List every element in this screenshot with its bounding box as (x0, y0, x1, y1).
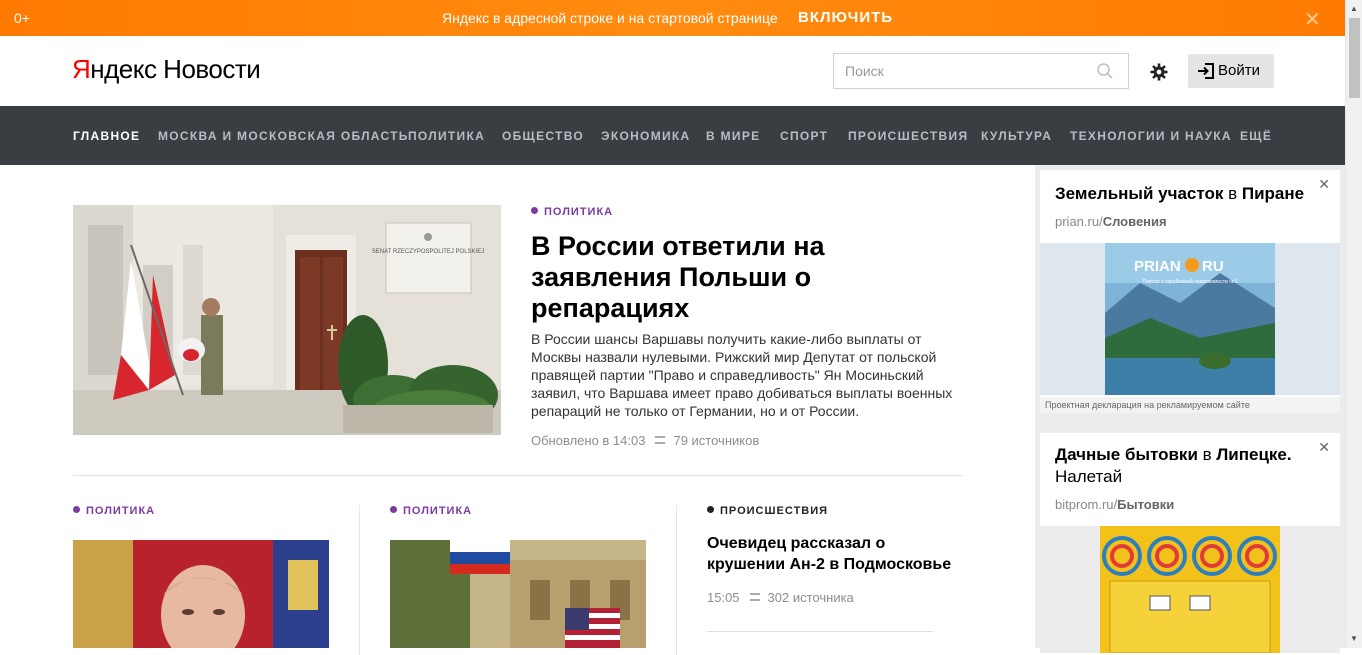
login-button[interactable]: Войти (1188, 54, 1274, 88)
ad-2-title-c: Липецке. (1216, 445, 1292, 464)
header: Яндекс Новости Войти (0, 36, 1345, 106)
ad-1-disclaimer: Проектная декларация на рекламируемом са… (1040, 397, 1340, 413)
logo-service: Новости (163, 54, 261, 84)
card-3-title[interactable]: Очевидец рассказал о крушении Ан-2 в Под… (707, 533, 967, 575)
rubric-dot-icon (73, 506, 80, 513)
promo-enable-button[interactable]: ВКЛЮЧИТЬ (798, 9, 893, 26)
nav-item-tech[interactable]: ТЕХНОЛОГИИ И НАУКА (1070, 129, 1232, 143)
nav-item-society[interactable]: ОБЩЕСТВО (502, 129, 584, 143)
rubric-nav: ГЛАВНОЕ МОСКВА И МОСКОВСКАЯ ОБЛАСТЬ ПОЛИ… (0, 106, 1345, 165)
lead-story-image[interactable]: SENAT RZECZYPOSPOLITEJ POLSKIEJ (73, 205, 501, 435)
ad-2-domain[interactable]: bitprom.ru/Бытовки (1055, 497, 1174, 512)
promo-message: Яндекс в адресной строке и на стартовой … (442, 10, 778, 26)
ad-block-1[interactable]: Земельный участок в Пиране ✕ prian.ru/Сл… (1040, 170, 1340, 413)
ad-2-banner[interactable] (1040, 526, 1340, 653)
logo-brand-rest: ндекс (90, 54, 157, 84)
rubric-dot-icon (531, 207, 538, 214)
ad-sidebar: Земельный участок в Пиране ✕ prian.ru/Сл… (1035, 165, 1345, 653)
lead-story-title[interactable]: В России ответили на заявления Польши о … (531, 231, 951, 324)
ad-2-domain-path: Бытовки (1117, 497, 1175, 512)
search-box (833, 53, 1129, 89)
card-3-meta: 15:05 302 источника (707, 590, 854, 605)
promo-bar: 0+ Яндекс в адресной строке и на стартов… (0, 0, 1345, 36)
sources-icon (749, 593, 760, 601)
sources-icon (655, 436, 666, 444)
logo[interactable]: Яндекс Новости (72, 54, 261, 85)
rubric-dot-icon (707, 506, 714, 513)
age-rating: 0+ (14, 10, 30, 26)
ad-1-title-b: в (1223, 184, 1242, 203)
card-1-rubric-label: ПОЛИТИКА (86, 505, 156, 517)
card-2-rubric-label: ПОЛИТИКА (403, 505, 473, 517)
close-icon[interactable]: ✕ (1304, 7, 1321, 32)
column-divider (676, 505, 677, 655)
lead-story-meta: Обновлено в 14:03 79 источников (531, 433, 759, 448)
card-2-rubric[interactable]: ПОЛИТИКА (390, 505, 472, 517)
column-divider (359, 505, 360, 655)
scroll-down-icon[interactable]: ▼ (1350, 634, 1358, 643)
card-3-rubric-label: ПРОИСШЕСТВИЯ (720, 505, 829, 517)
ad-1-title-c: Пиране (1241, 184, 1305, 203)
nav-item-moscow[interactable]: МОСКВА И МОСКОВСКАЯ ОБЛАСТЬ (158, 129, 409, 143)
ad-2-title-b: в (1197, 445, 1217, 464)
nav-item-more[interactable]: ЕЩЁ (1240, 129, 1272, 143)
nav-item-economy[interactable]: ЭКОНОМИКА (601, 129, 691, 143)
ad-2-title-a: Дачные бытовки (1055, 445, 1198, 464)
lead-sources-count[interactable]: 79 источников (673, 433, 759, 448)
close-icon[interactable]: ✕ (1318, 439, 1330, 456)
ad-1-banner-logo: PRIAN (1134, 258, 1181, 275)
section-divider (73, 475, 963, 476)
nav-item-main[interactable]: ГЛАВНОЕ (73, 129, 140, 143)
ad-2-domain-host: bitprom.ru/ (1055, 497, 1118, 512)
ad-1-banner[interactable]: PRIAN RU Портал о зарубежной недвижимост… (1040, 243, 1340, 395)
card-3-divider (707, 631, 933, 632)
ad-1-domain-host: prian.ru/ (1055, 214, 1103, 229)
lead-story-text: В России шансы Варшавы получить какие-ли… (531, 331, 953, 419)
search-input[interactable] (834, 54, 1084, 88)
lead-updated-time: Обновлено в 14:03 (531, 433, 646, 448)
scroll-up-icon[interactable]: ▲ (1350, 4, 1358, 13)
ad-1-title-a: Земельный участок (1055, 184, 1224, 203)
nav-item-culture[interactable]: КУЛЬТУРА (981, 129, 1052, 143)
plaque-text: SENAT RZECZYPOSPOLITEJ POLSKIEJ (372, 249, 484, 255)
rubric-dot-icon (390, 506, 397, 513)
ad-block-2[interactable]: Дачные бытовки в Липецке. Налетай ✕ bitp… (1040, 433, 1340, 653)
close-icon[interactable]: ✕ (1318, 176, 1330, 193)
logo-brand-first: Я (72, 54, 91, 84)
lead-rubric[interactable]: ПОЛИТИКА (531, 206, 613, 218)
card-1-image[interactable] (73, 540, 329, 648)
card-3-rubric[interactable]: ПРОИСШЕСТВИЯ (707, 505, 828, 517)
ad-2-title[interactable]: Дачные бытовки в Липецке. Налетай (1055, 444, 1292, 488)
card-1-rubric[interactable]: ПОЛИТИКА (73, 505, 155, 517)
ad-1-domain[interactable]: prian.ru/Словения (1055, 214, 1167, 229)
ad-1-domain-path: Словения (1102, 214, 1167, 229)
login-label: Войти (1218, 62, 1260, 79)
ad-1-banner-tagline: Портал о зарубежной недвижимости №1 (1143, 278, 1238, 285)
page-scrollbar[interactable]: ▲ ▼ (1345, 0, 1362, 648)
nav-item-sport[interactable]: СПОРТ (780, 129, 828, 143)
gear-icon[interactable] (1149, 62, 1169, 82)
card-3-sources-count[interactable]: 302 источника (768, 590, 854, 605)
card-3-time: 15:05 (707, 590, 740, 605)
main-content: SENAT RZECZYPOSPOLITEJ POLSKIEJ ПОЛИТИКА… (0, 165, 1035, 655)
nav-item-incidents[interactable]: ПРОИСШЕСТВИЯ (848, 129, 968, 143)
nav-item-world[interactable]: В МИРЕ (706, 129, 760, 143)
search-icon[interactable] (1096, 62, 1114, 80)
login-icon (1198, 63, 1214, 79)
nav-item-politics[interactable]: ПОЛИТИКА (408, 129, 485, 143)
lead-rubric-label: ПОЛИТИКА (544, 206, 614, 218)
ad-2-title-d: Налетай (1055, 467, 1123, 486)
ad-1-banner-logo-tail: RU (1202, 258, 1224, 275)
scrollbar-thumb[interactable] (1349, 18, 1360, 98)
card-2-image[interactable] (390, 540, 646, 648)
ad-1-title[interactable]: Земельный участок в Пиране (1055, 183, 1304, 205)
